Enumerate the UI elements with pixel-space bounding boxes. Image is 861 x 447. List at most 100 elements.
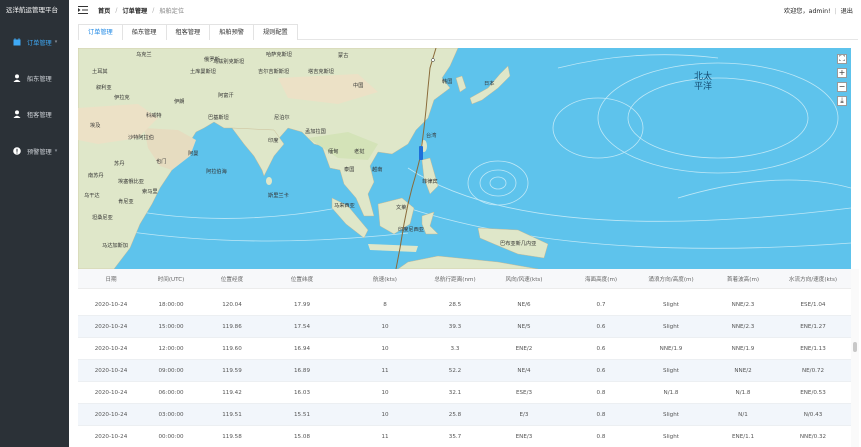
tab-orders[interactable]: 订单管理 xyxy=(78,24,123,40)
cell-date: 2020-10-24 xyxy=(94,346,128,352)
map-label: 科威特 xyxy=(146,113,162,119)
cell-swell: Slight xyxy=(663,434,679,440)
cell-longitude: 119.86 xyxy=(222,324,242,330)
cell-latitude: 17.99 xyxy=(293,302,311,308)
table-row[interactable]: 2020-10-24 03:00:00 119.51 15.51 10 25.8… xyxy=(78,404,851,426)
cell-wave: NNE/2.3 xyxy=(731,324,755,330)
cell-current: NNE/0.32 xyxy=(799,434,827,440)
map-label: 越南 xyxy=(372,167,383,173)
cell-time: 18:00:00 xyxy=(158,302,184,308)
table-row[interactable]: 2020-10-24 15:00:00 119.86 17.54 10 39.3… xyxy=(78,316,851,338)
sidebar-item-owners[interactable]: 船东管理 xyxy=(0,70,69,86)
map-label: 中国 xyxy=(353,83,364,89)
cell-date: 2020-10-24 xyxy=(94,434,128,440)
breadcrumb-separator: / xyxy=(115,6,118,14)
column-header: 首着波高(m) xyxy=(726,277,760,283)
sidebar-item-orders[interactable]: 订单管理 ▾ xyxy=(0,34,69,50)
cell-date: 2020-10-24 xyxy=(94,368,128,374)
map-label: 叙利亚 xyxy=(96,85,112,91)
cell-speed: 11 xyxy=(381,434,389,440)
cell-latitude: 16.94 xyxy=(293,346,311,352)
column-header: 涌浪方向/高度(m) xyxy=(648,277,694,283)
cell-speed: 10 xyxy=(381,346,389,352)
sidebar-item-label: 租客管理 xyxy=(27,111,52,119)
map-label: 日本 xyxy=(484,81,495,87)
map-label: 蒙古 xyxy=(338,53,349,59)
cell-current: ENE/0.53 xyxy=(800,390,826,396)
top-header: 首页 / 订单管理 / 船舶定位 欢迎您，admin! | 退出 xyxy=(69,0,861,20)
divider: | xyxy=(834,8,837,15)
cell-swell: NNE/1.9 xyxy=(659,346,683,352)
table-row[interactable]: 2020-10-24 06:00:00 119.42 16.03 10 32.1… xyxy=(78,382,851,404)
map-label: 巴基斯坦 xyxy=(208,115,229,121)
cell-longitude: 120.04 xyxy=(222,302,242,308)
cell-swell: N/1.8 xyxy=(663,390,679,396)
breadcrumb-home[interactable]: 首页 xyxy=(98,6,110,15)
ship-position-map[interactable]: 乌克兰 哈萨克斯坦 蒙古 乌兹别克斯坦 土库曼斯坦 吉尔吉斯斯坦 土耳其 中国 … xyxy=(78,48,851,269)
map-label: 阿富汗 xyxy=(218,93,234,99)
table-row[interactable]: 2020-10-24 00:00:00 119.58 15.08 11 35.7… xyxy=(78,426,851,447)
table-scrollbar[interactable] xyxy=(851,269,859,447)
scrollbar-thumb[interactable] xyxy=(853,342,857,352)
map-label: 哈萨克斯坦 xyxy=(266,52,292,58)
table-row[interactable]: 2020-10-24 18:00:00 120.04 17.99 8 28.5 … xyxy=(78,294,851,316)
zoom-in-button[interactable]: + xyxy=(837,68,847,78)
column-header: 位置纬度 xyxy=(290,277,314,283)
tab-owners[interactable]: 船东管理 xyxy=(121,24,167,40)
cell-latitude: 16.03 xyxy=(293,390,311,396)
map-label: 尼泊尔 xyxy=(274,115,290,121)
map-label: 埃及 xyxy=(90,123,101,129)
tab-rules[interactable]: 规则配置 xyxy=(253,24,298,40)
column-header: 风向/风速(kts) xyxy=(505,277,543,283)
fullscreen-icon[interactable]: ⛶ xyxy=(837,54,847,64)
cell-sea-height: 0.6 xyxy=(596,346,606,352)
cell-sea-height: 0.8 xyxy=(596,390,606,396)
map-label: 马来西亚 xyxy=(334,203,355,209)
column-header: 航速(kts) xyxy=(373,277,397,283)
map-label: 乌干达 xyxy=(84,193,100,199)
cell-distance: 35.7 xyxy=(448,434,462,440)
cell-sea-height: 0.6 xyxy=(596,324,606,330)
cell-latitude: 15.08 xyxy=(293,434,311,440)
cell-distance: 39.3 xyxy=(448,324,462,330)
cell-date: 2020-10-24 xyxy=(94,412,128,418)
cell-speed: 10 xyxy=(381,390,389,396)
sidebar-item-label: 预警管理 xyxy=(27,148,52,156)
cell-wind: NE/4 xyxy=(517,368,531,374)
cell-speed: 10 xyxy=(381,324,389,330)
cell-current: ENE/1.27 xyxy=(800,324,826,330)
map-label: 也门 xyxy=(156,159,167,165)
sidebar-item-tenants[interactable]: 租客管理 xyxy=(0,106,69,122)
cell-date: 2020-10-24 xyxy=(94,324,128,330)
map-label: 文莱 xyxy=(396,205,407,211)
cell-wind: NE/5 xyxy=(517,324,531,330)
cell-sea-height: 0.7 xyxy=(596,302,606,308)
column-header: 位置经度 xyxy=(220,277,244,283)
table-row[interactable]: 2020-10-24 09:00:00 119.59 16.89 11 52.2… xyxy=(78,360,851,382)
logout-link[interactable]: 退出 xyxy=(841,8,853,15)
cell-sea-height: 0.8 xyxy=(596,412,606,418)
map-label: 阿曼 xyxy=(188,151,199,157)
map-label: 伊朗 xyxy=(174,99,185,105)
sidebar-item-alerts[interactable]: 预警管理 ▾ xyxy=(0,143,69,159)
map-label: 印度 xyxy=(268,138,279,144)
tab-tenants[interactable]: 租客管理 xyxy=(165,24,211,40)
cell-swell: Slight xyxy=(663,324,679,330)
cell-wind: ESE/3 xyxy=(515,390,533,396)
cell-speed: 10 xyxy=(381,412,389,418)
column-header: 海面高度(m) xyxy=(584,277,618,283)
table-row[interactable]: 2020-10-24 12:00:00 119.60 16.94 10 3.3 … xyxy=(78,338,851,360)
user-area: 欢迎您，admin! | 退出 xyxy=(784,6,853,15)
welcome-text: 欢迎您，admin! xyxy=(783,8,831,15)
cell-speed: 11 xyxy=(381,368,389,374)
map-label: 马达加斯加 xyxy=(102,243,128,249)
tab-ship-alerts[interactable]: 船舶预警 xyxy=(209,24,254,40)
breadcrumb-orders[interactable]: 订单管理 xyxy=(122,6,147,15)
cell-wave: ENE/1.1 xyxy=(731,434,755,440)
zoom-out-button[interactable]: − xyxy=(837,82,847,92)
ocean-label: 北太平洋 xyxy=(693,72,712,92)
cell-distance: 25.8 xyxy=(448,412,462,418)
download-icon[interactable]: ⤓ xyxy=(837,96,847,106)
menu-fold-icon[interactable] xyxy=(78,6,88,14)
map-label: 印度尼西亚 xyxy=(398,227,424,233)
